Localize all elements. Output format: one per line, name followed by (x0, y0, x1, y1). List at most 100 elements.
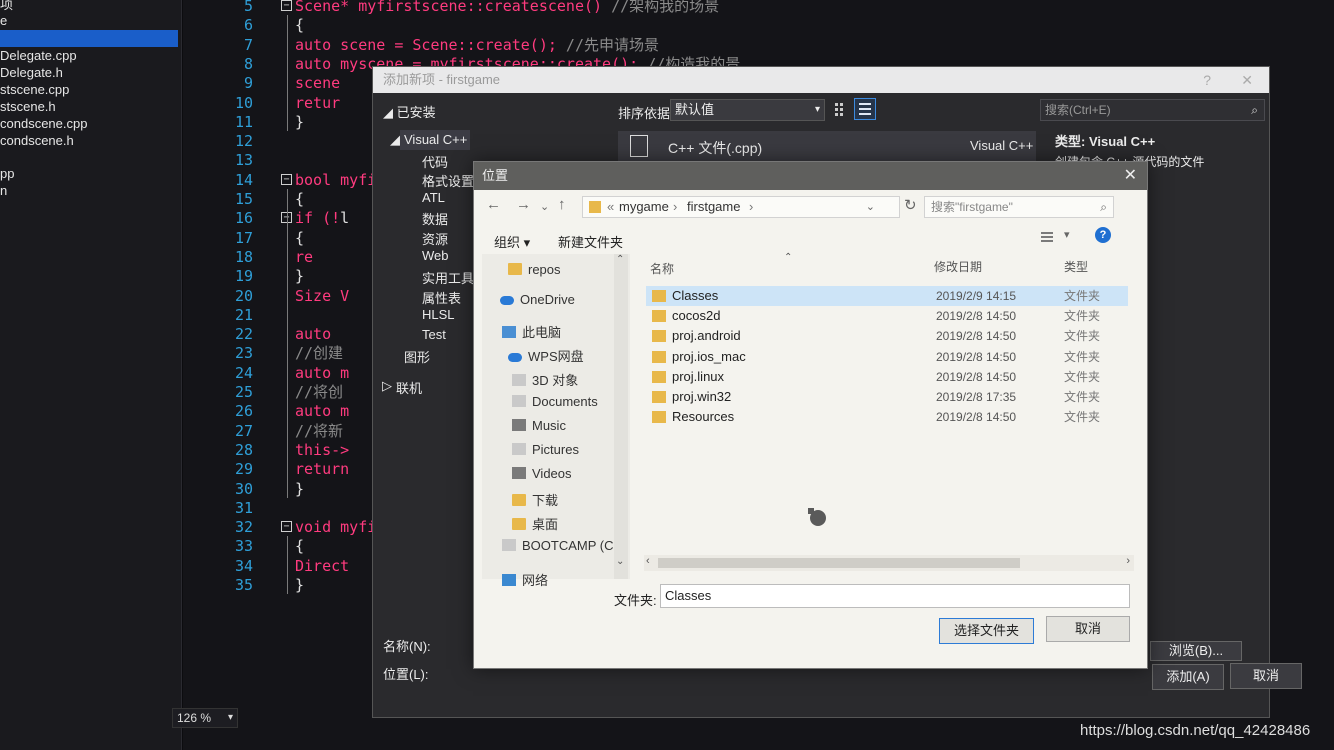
code-line[interactable]: this-> (295, 440, 349, 460)
code-line[interactable]: { (295, 228, 304, 248)
code-line[interactable]: scene (295, 73, 340, 93)
code-line[interactable]: auto m (295, 363, 349, 383)
code-line[interactable]: retur (295, 93, 340, 113)
up-arrow-icon[interactable]: ↑ (558, 196, 566, 213)
scroll-up-icon[interactable]: ⌃ (616, 254, 624, 265)
template-tree-item[interactable]: 代码 (422, 152, 448, 171)
template-tree-item[interactable]: 属性表 (422, 288, 461, 307)
nav-item[interactable]: Pictures (512, 442, 579, 457)
solution-item[interactable] (0, 30, 178, 47)
code-line[interactable]: auto m (295, 401, 349, 421)
forward-arrow-icon[interactable]: → (516, 196, 531, 213)
list-view-icon[interactable] (854, 98, 876, 120)
code-line[interactable]: re (295, 247, 313, 267)
select-folder-button[interactable]: 选择文件夹 (939, 618, 1034, 644)
view-dropdown-icon[interactable]: ▾ (1064, 228, 1070, 241)
navigation-scrollbar[interactable]: ⌃ ⌄ (614, 254, 628, 579)
nav-item[interactable]: Documents (512, 394, 598, 409)
template-tree-item[interactable]: Test (422, 327, 446, 342)
nav-item[interactable]: Videos (512, 466, 572, 481)
template-tree-item[interactable]: Web (422, 248, 449, 263)
breadcrumb-firstgame[interactable]: firstgame (687, 197, 740, 217)
tree-expand-icon[interactable]: ◢ (390, 132, 400, 148)
folder-search-input[interactable]: 搜索"firstgame" ⌕ (924, 196, 1114, 218)
code-line[interactable]: auto scene = Scene::create(); //先申请场景 (295, 35, 659, 55)
template-tree-item[interactable]: 格式设置 (422, 171, 474, 190)
folder-name-input[interactable]: Classes (660, 584, 1130, 608)
nav-item[interactable]: OneDrive (500, 292, 575, 307)
code-line[interactable]: //将创 (295, 382, 343, 402)
organize-button[interactable]: 组织 ▾ (494, 232, 530, 251)
code-line[interactable]: } (295, 112, 304, 132)
help-icon[interactable]: ? (1203, 67, 1211, 93)
nav-item[interactable]: repos (508, 262, 561, 277)
template-tree-item[interactable]: ATL (422, 190, 445, 205)
template-tree-item[interactable]: 资源 (422, 229, 448, 248)
close-icon[interactable]: ✕ (1124, 162, 1137, 190)
solution-item[interactable]: pp (0, 165, 14, 182)
file-row[interactable]: Classes 2019/2/9 14:15 文件夹 (646, 286, 1128, 306)
address-dropdown-icon[interactable]: ⌄ (866, 197, 875, 217)
file-row[interactable]: proj.android 2019/2/8 14:50 文件夹 (646, 326, 1128, 346)
scroll-left-icon[interactable]: ‹ (646, 555, 650, 567)
solution-item[interactable]: condscene.cpp (0, 115, 87, 132)
template-row-cpp[interactable]: C++ 文件(.cpp) Visual C++ (618, 131, 1036, 161)
solution-item[interactable]: stscene.cpp (0, 81, 69, 98)
nav-item[interactable]: 桌面 (512, 514, 558, 533)
code-line[interactable]: { (295, 189, 304, 209)
code-line[interactable]: { (295, 536, 304, 556)
back-arrow-icon[interactable]: ← (486, 196, 501, 213)
template-tree-item[interactable]: 实用工具 (422, 268, 474, 287)
nav-item[interactable]: 网络 (502, 570, 548, 589)
solution-item[interactable]: n (0, 182, 7, 199)
file-row[interactable]: proj.linux 2019/2/8 14:50 文件夹 (646, 367, 1128, 387)
address-bar[interactable]: « mygame › firstgame › ⌄ (582, 196, 900, 218)
code-line[interactable]: Scene* myfirstscene::createscene() //架构我… (295, 0, 719, 16)
overflow-icon[interactable]: « (607, 197, 614, 217)
column-header-type[interactable]: 类型 (1064, 258, 1088, 275)
scroll-thumb[interactable] (658, 558, 1020, 568)
column-header-name[interactable]: 名称 (650, 260, 674, 277)
code-line[interactable]: } (295, 266, 304, 286)
code-line[interactable]: auto (295, 324, 331, 344)
breadcrumb-mygame[interactable]: mygame (619, 197, 669, 217)
fold-toggle-icon[interactable]: − (281, 521, 292, 533)
horizontal-scrollbar[interactable]: ‹ › (644, 555, 1134, 571)
grid-view-icon[interactable] (834, 101, 848, 117)
zoom-combobox[interactable]: 126 % ▾ (172, 708, 238, 728)
solution-item[interactable]: e (0, 12, 7, 29)
code-line[interactable]: if (!l (295, 208, 349, 228)
close-icon[interactable]: ✕ (1241, 67, 1253, 93)
browse-button[interactable]: 浏览(B)... (1150, 641, 1242, 661)
solution-item[interactable]: stscene.h (0, 98, 56, 115)
code-line[interactable]: //创建 (295, 343, 343, 363)
template-tree-item[interactable]: 数据 (422, 209, 448, 228)
add-button[interactable]: 添加(A) (1152, 664, 1224, 690)
navigation-pane[interactable]: repos OneDrive 此电脑 WPS网盘 3D 对象 Documents Music… (482, 254, 630, 588)
installed-node[interactable]: ◢ 已安装 (383, 102, 436, 121)
scroll-right-icon[interactable]: › (1126, 555, 1130, 567)
tree-collapse-icon[interactable]: ▷ (382, 378, 392, 394)
folder-cancel-button[interactable]: 取消 (1046, 616, 1130, 642)
template-tree-item[interactable]: 图形 (404, 347, 430, 366)
nav-item[interactable]: Music (512, 418, 566, 433)
file-row[interactable]: Resources 2019/2/8 14:50 文件夹 (646, 407, 1128, 427)
refresh-icon[interactable]: ↻ (904, 196, 917, 214)
nav-item[interactable]: 3D 对象 (512, 370, 578, 389)
code-line[interactable]: return (295, 459, 349, 479)
new-folder-button[interactable]: 新建文件夹 (558, 232, 623, 251)
solution-item[interactable]: Delegate.h (0, 64, 63, 81)
template-search-input[interactable]: 搜索(Ctrl+E) ⌕ (1040, 99, 1265, 121)
code-line[interactable]: Size V (295, 286, 349, 306)
code-line[interactable]: //将新 (295, 421, 343, 441)
code-line[interactable]: { (295, 15, 304, 35)
fold-toggle-icon[interactable]: − (281, 173, 292, 185)
code-line[interactable]: } (295, 479, 304, 499)
solution-item[interactable]: condscene.h (0, 132, 74, 149)
file-row[interactable]: cocos2d 2019/2/8 14:50 文件夹 (646, 306, 1128, 326)
view-options-icon[interactable] (1040, 230, 1054, 244)
help-icon[interactable]: ? (1095, 227, 1111, 243)
solution-item[interactable]: Delegate.cpp (0, 47, 77, 64)
template-tree-item[interactable]: HLSL (422, 307, 455, 322)
code-line[interactable]: Direct (295, 556, 349, 576)
